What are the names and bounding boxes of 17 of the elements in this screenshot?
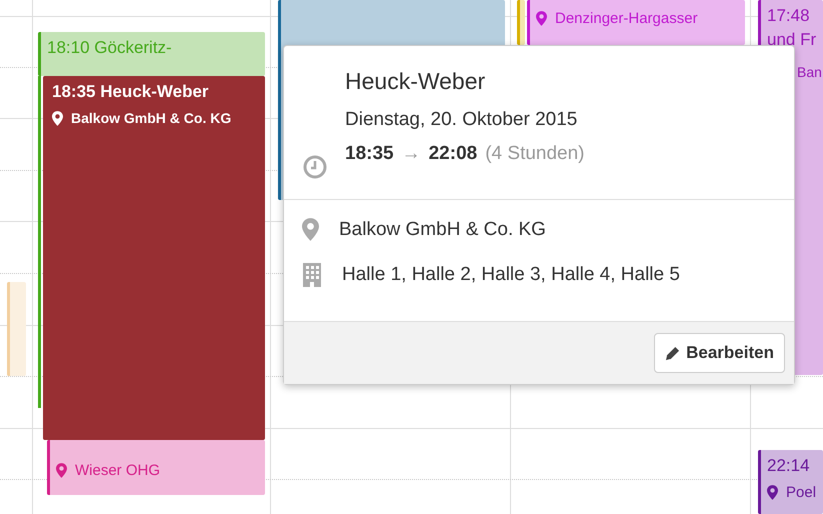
room-list: Halle 1, Halle 2, Halle 3, Halle 4, Halle 5 [342, 264, 680, 286]
event-title: 22:14 [767, 455, 811, 477]
arrow-sign: → [402, 143, 421, 165]
event-location: Denzinger-Hargasser [555, 10, 698, 27]
event-location: Balkow GmbH & Co. KG [339, 218, 546, 240]
event-title: 18:35 Heuck-Weber [52, 81, 210, 103]
end-time: 22:08 [428, 143, 478, 165]
event-location: Poel [786, 484, 816, 501]
event-duration: (4 Stunden) [485, 143, 585, 165]
event-location: Wieser OHG [75, 462, 160, 479]
popover-title: Heuck-Weber [345, 68, 486, 95]
event-title: 17:48 und Fr [767, 5, 817, 51]
event-location: Ban [797, 64, 822, 80]
event-title: 18:10 Göckeritz- [47, 37, 173, 59]
event-date: Dienstag, 20. Oktober 2015 [345, 109, 578, 131]
start-time: 18:35 [345, 143, 394, 165]
event-location: Balkow GmbH & Co. KG [71, 110, 232, 126]
